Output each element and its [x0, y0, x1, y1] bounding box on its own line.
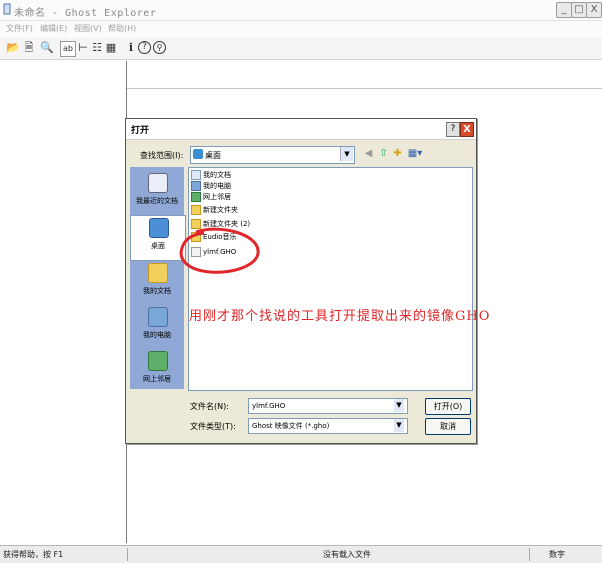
- network-icon: [191, 192, 201, 202]
- computer-icon: [191, 181, 201, 191]
- desktop-icon: [149, 218, 169, 238]
- dialog-title: 打开: [131, 126, 150, 136]
- menu-edit[interactable]: 编辑(E): [40, 23, 67, 34]
- app-icon: [2, 3, 12, 15]
- chevron-down-icon[interactable]: ▼: [340, 147, 353, 161]
- help-icon[interactable]: ?: [138, 41, 151, 54]
- close-button[interactable]: X: [586, 2, 602, 18]
- file-name-input[interactable]: ylmf.GHO: [248, 398, 408, 414]
- list-item[interactable]: 新建文件夹: [191, 205, 238, 216]
- whats-this-icon[interactable]: ⚲: [153, 41, 166, 54]
- list-item[interactable]: 我的文档: [191, 170, 231, 181]
- dialog-help-button[interactable]: ?: [446, 122, 460, 137]
- places-bar: 我最近的文档 桌面 我的文档 我的电脑 网上邻居: [130, 167, 186, 389]
- place-my-computer[interactable]: 我的电脑: [130, 305, 184, 349]
- maximize-button[interactable]: □: [571, 2, 587, 18]
- status-bar: 获得帮助，按 F1 没有载入文件 数字: [0, 545, 602, 563]
- info-icon[interactable]: i: [124, 41, 138, 55]
- back-icon[interactable]: ◀: [362, 147, 375, 160]
- menu-view[interactable]: 视图(V): [74, 23, 102, 34]
- save-icon[interactable]: 🗎: [22, 41, 36, 55]
- status-divider: [127, 548, 128, 561]
- recent-documents-icon: [148, 173, 168, 193]
- network-places-icon: [148, 351, 168, 371]
- details-view-icon[interactable]: ▦: [104, 41, 118, 55]
- look-in-combo[interactable]: 桌面 ▼: [190, 146, 355, 164]
- place-recent[interactable]: 我最近的文档: [130, 171, 184, 215]
- status-divider: [529, 548, 530, 561]
- tree-view-icon[interactable]: ⊢: [76, 41, 90, 55]
- tree-pane[interactable]: [0, 61, 127, 543]
- file-type-label: 文件类型(T):: [190, 422, 236, 431]
- open-folder-icon[interactable]: 📂: [6, 41, 20, 55]
- up-folder-icon[interactable]: ⇧: [377, 147, 390, 160]
- menu-bar: 文件(F) 编辑(E) 视图(V) 帮助(H): [0, 21, 602, 36]
- find-icon[interactable]: 🔍: [40, 41, 54, 55]
- desktop-icon: [193, 149, 203, 159]
- open-dialog: 打开 ? X 查找范围(I): 桌面 ▼ ◀ ⇧ ✚ ▦▾ 我最近的文档 桌面 …: [125, 118, 477, 444]
- document-folder-icon: [191, 170, 201, 180]
- folder-icon: [191, 205, 201, 215]
- minimize-button[interactable]: _: [556, 2, 572, 18]
- menu-file[interactable]: 文件(F): [6, 23, 33, 34]
- my-computer-icon: [148, 307, 168, 327]
- list-item[interactable]: 我的电脑: [191, 181, 231, 192]
- dialog-title-bar: 打开 ? X: [126, 119, 476, 140]
- chevron-down-icon[interactable]: ▼: [394, 419, 404, 432]
- status-numlock: 数字: [549, 550, 565, 559]
- view-menu-icon[interactable]: ▦▾: [406, 147, 424, 160]
- dialog-close-button[interactable]: X: [460, 122, 474, 137]
- status-help-text: 获得帮助，按 F1: [3, 550, 64, 559]
- list-header-divider: [127, 88, 602, 89]
- new-folder-icon[interactable]: ✚: [391, 147, 404, 160]
- window-title: 未命名 - Ghost Explorer: [14, 8, 157, 19]
- cancel-button[interactable]: 取消: [425, 418, 471, 435]
- place-network[interactable]: 网上邻居: [130, 349, 184, 393]
- my-documents-icon: [148, 263, 168, 283]
- toolbar: 📂 🗎 🔍 ab ⊢ ☷ ▦ i ? ⚲: [0, 37, 602, 60]
- file-list[interactable]: 我的文档 我的电脑 网上邻居 新建文件夹 新建文件夹 (2) Eudio音乐 y…: [188, 167, 473, 391]
- highlight-circle: [179, 227, 260, 274]
- list-view-icon[interactable]: ☷: [90, 41, 104, 55]
- annotation-text: 用刚才那个找说的工具打开提取出来的镜像GHO: [189, 309, 491, 324]
- chevron-down-icon[interactable]: ▼: [394, 399, 404, 412]
- rename-icon[interactable]: ab: [60, 41, 76, 57]
- menu-help[interactable]: 帮助(H): [108, 23, 136, 34]
- open-button[interactable]: 打开(O): [425, 398, 471, 415]
- file-name-label: 文件名(N):: [190, 402, 229, 411]
- list-item[interactable]: 网上邻居: [191, 192, 231, 203]
- look-in-value: 桌面: [205, 151, 221, 160]
- title-bar: 未命名 - Ghost Explorer _ □ X: [0, 0, 602, 21]
- file-type-select[interactable]: Ghost 映像文件 (*.gho): [248, 418, 408, 434]
- status-file-text: 没有载入文件: [323, 550, 371, 559]
- look-in-label: 查找范围(I):: [140, 151, 184, 160]
